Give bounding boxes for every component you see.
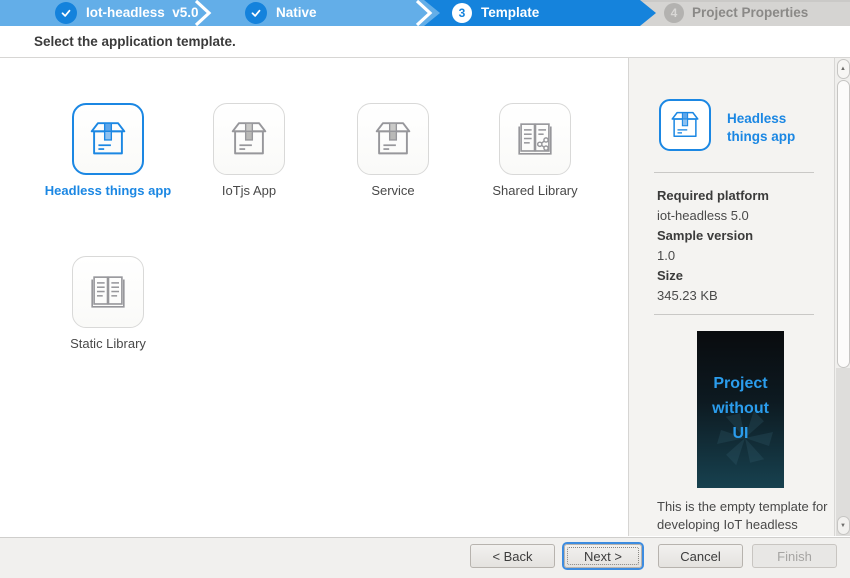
open-book-share-icon xyxy=(499,103,571,175)
template-card-static-library[interactable]: Static Library xyxy=(72,256,144,328)
template-card-label: Static Library xyxy=(43,336,173,353)
template-card-label: IoTjs App xyxy=(184,183,314,200)
details-scrollbar[interactable]: ▲ ▼ xyxy=(834,58,850,536)
field-value: 1.0 xyxy=(657,246,827,266)
check-icon xyxy=(245,2,267,24)
template-preview-image: Project without UI xyxy=(697,331,784,488)
step-number-badge: 4 xyxy=(664,3,684,23)
step-label: Native xyxy=(276,0,317,26)
scroll-down-icon[interactable]: ▼ xyxy=(837,516,850,535)
scrollbar-track[interactable] xyxy=(836,368,850,536)
wizard-steps-bar: Iot-headless v5.0 Native 3 Template 4 Pr… xyxy=(0,0,850,26)
divider xyxy=(654,172,814,173)
scroll-up-icon[interactable]: ▲ xyxy=(837,59,850,79)
back-button[interactable]: < Back xyxy=(470,544,555,568)
next-button[interactable]: Next > xyxy=(564,544,642,568)
new-project-wizard-window: Iot-headless v5.0 Native 3 Template 4 Pr… xyxy=(0,0,850,578)
chevron-separator-icon xyxy=(193,0,215,26)
step-number-badge: 3 xyxy=(452,3,472,23)
cancel-button[interactable]: Cancel xyxy=(658,544,743,568)
step-label: Project Properties xyxy=(692,0,808,26)
template-card-headless-things-app[interactable]: Headless things app xyxy=(72,103,144,175)
template-description: This is the empty template for developin… xyxy=(657,498,845,535)
template-card-iotjs-app[interactable]: IoTjs App xyxy=(213,103,285,175)
wizard-subtitle-bar: Select the application template. xyxy=(0,26,850,58)
field-label: Size xyxy=(657,266,827,286)
template-card-label: Service xyxy=(328,183,458,200)
check-icon xyxy=(55,2,77,24)
template-card-label: Shared Library xyxy=(470,183,600,200)
step-template-current: 3 Template xyxy=(424,0,656,26)
package-icon xyxy=(213,103,285,175)
package-icon xyxy=(659,99,711,151)
step-label: Template xyxy=(481,0,539,26)
step-label: Iot-headless v5.0 xyxy=(86,0,199,26)
preview-caption: Project without UI xyxy=(706,372,776,446)
wizard-button-bar: < Back Next > Cancel Finish xyxy=(0,537,850,578)
finish-button[interactable]: Finish xyxy=(752,544,837,568)
divider xyxy=(654,314,814,315)
details-fields: Required platform iot-headless 5.0 Sampl… xyxy=(657,186,827,306)
field-label: Required platform xyxy=(657,186,827,206)
template-card-service[interactable]: Service xyxy=(357,103,429,175)
package-icon xyxy=(72,103,144,175)
details-panel: Headless things app Required platform io… xyxy=(628,58,850,536)
page-instruction: Select the application template. xyxy=(34,26,236,57)
field-value: 345.23 KB xyxy=(657,286,827,306)
open-book-icon xyxy=(72,256,144,328)
field-value: iot-headless 5.0 xyxy=(657,206,827,226)
details-title: Headless things app xyxy=(727,110,822,146)
package-icon xyxy=(357,103,429,175)
template-card-shared-library[interactable]: Shared Library xyxy=(499,103,571,175)
template-list: Headless things app IoTjs App Service Sh… xyxy=(0,58,628,536)
scrollbar-thumb[interactable] xyxy=(837,80,850,368)
field-label: Sample version xyxy=(657,226,827,246)
template-card-label: Headless things app xyxy=(43,183,173,200)
